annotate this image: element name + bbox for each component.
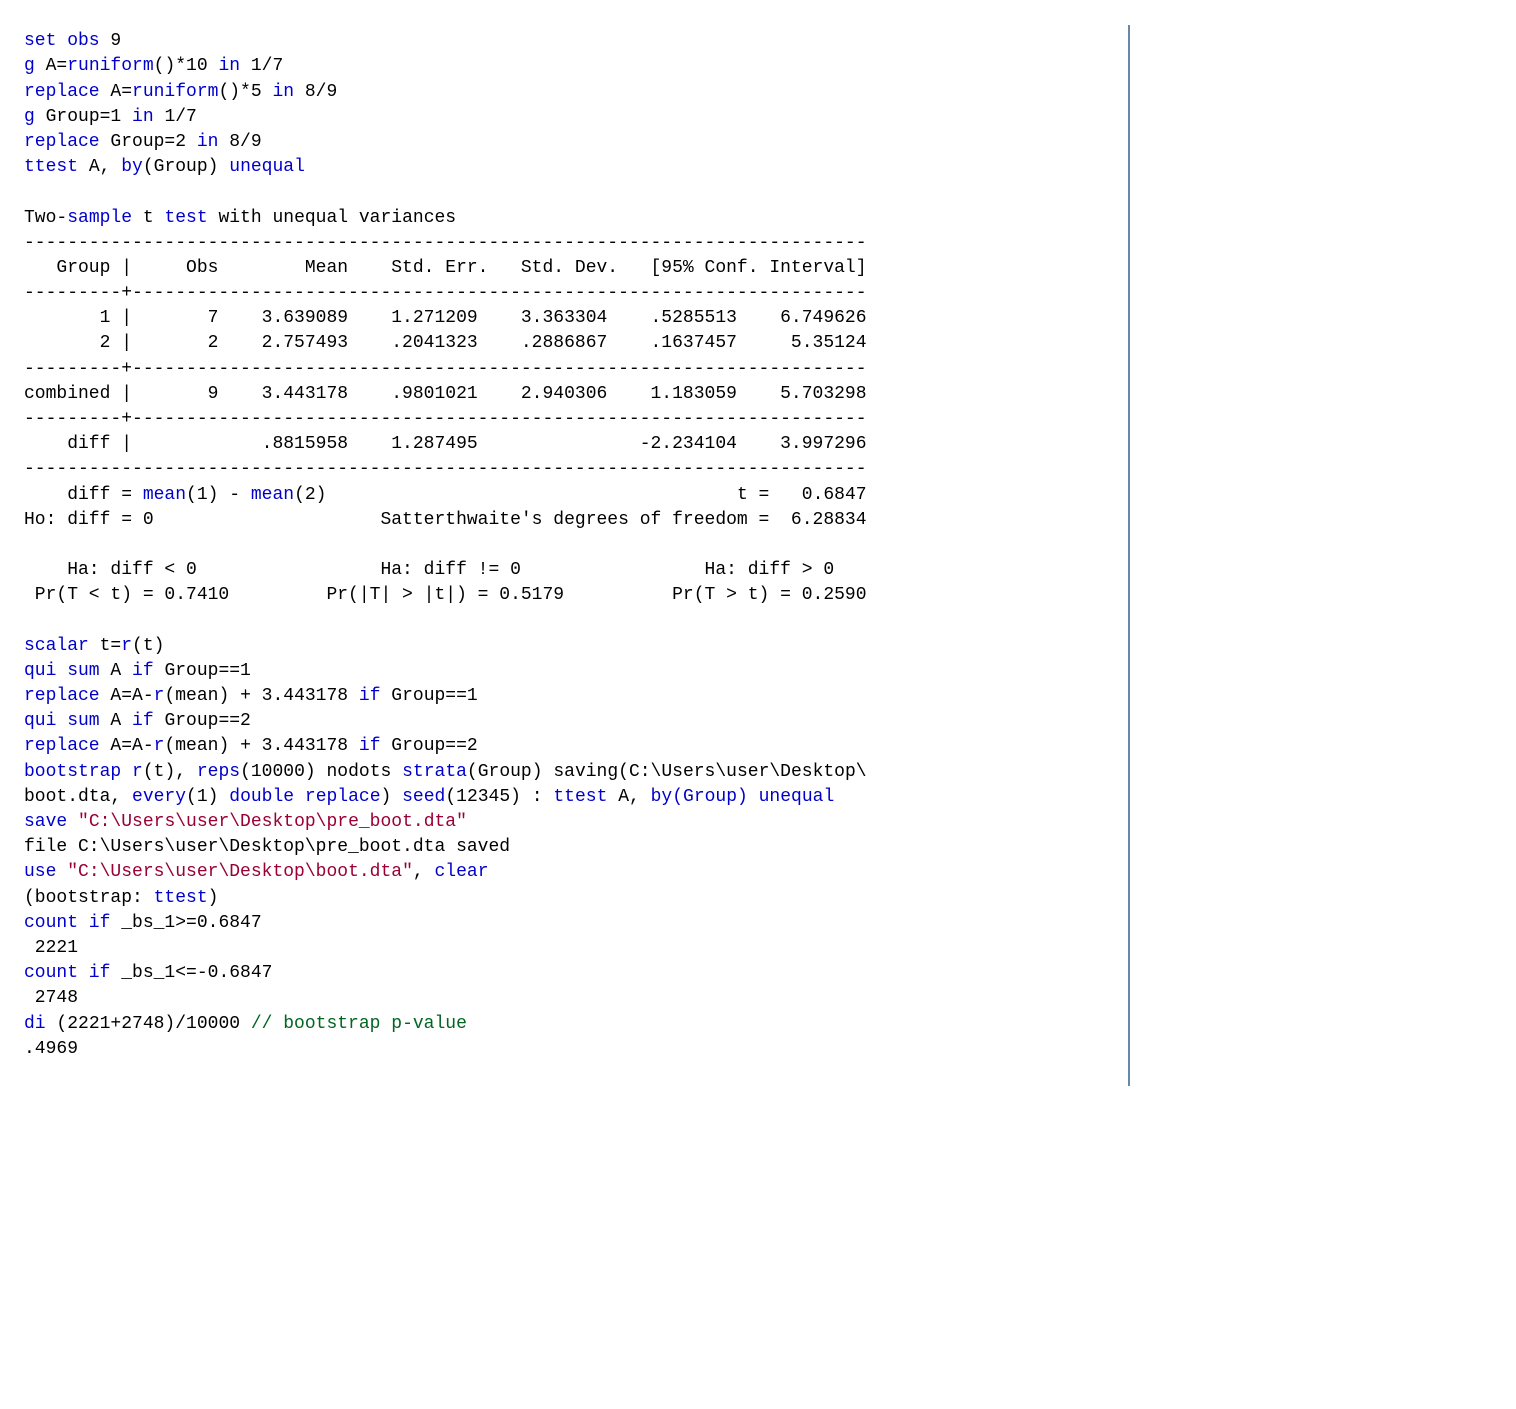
- line-3: replace A=runiform()*5 in 8/9: [24, 82, 337, 102]
- line-15: combined | 9 3.443178 .9801021 2.940306 …: [24, 384, 867, 404]
- line-2: g A=runiform()*10 in 1/7: [24, 56, 283, 76]
- line-34: use "C:\Users\user\Desktop\boot.dta", cl…: [24, 862, 489, 882]
- line-33: file C:\Users\user\Desktop\pre_boot.dta …: [24, 837, 510, 857]
- line-37: 2221: [24, 938, 78, 958]
- line-38: count if _bs_1<=-0.6847: [24, 963, 272, 983]
- stata-output: set obs 9 g A=runiform()*10 in 1/7 repla…: [0, 25, 1130, 1086]
- line-16: ---------+------------------------------…: [24, 409, 867, 429]
- line-28: qui sum A if Group==2: [24, 711, 251, 731]
- line-29: replace A=A-r(mean) + 3.443178 if Group=…: [24, 736, 478, 756]
- line-26: qui sum A if Group==1: [24, 661, 251, 681]
- line-4: g Group=1 in 1/7: [24, 107, 197, 127]
- line-23: Pr(T < t) = 0.7410 Pr(|T| > |t|) = 0.517…: [24, 585, 867, 605]
- line-40: di (2221+2748)/10000 // bootstrap p-valu…: [24, 1014, 467, 1034]
- line-5: replace Group=2 in 8/9: [24, 132, 262, 152]
- line-9: ----------------------------------------…: [24, 233, 867, 253]
- line-22: Ha: diff < 0 Ha: diff != 0 Ha: diff > 0: [24, 560, 834, 580]
- line-17: diff | .8815958 1.287495 -2.234104 3.997…: [24, 434, 867, 454]
- line-27: replace A=A-r(mean) + 3.443178 if Group=…: [24, 686, 478, 706]
- line-32: save "C:\Users\user\Desktop\pre_boot.dta…: [24, 812, 467, 832]
- line-19: diff = mean(1) - mean(2) t = 0.6847: [24, 485, 867, 505]
- line-6: ttest A, by(Group) unequal: [24, 157, 305, 177]
- line-11: ---------+------------------------------…: [24, 283, 867, 303]
- line-20: Ho: diff = 0 Satterthwaite's degrees of …: [24, 510, 867, 530]
- line-12: 1 | 7 3.639089 1.271209 3.363304 .528551…: [24, 308, 867, 328]
- line-25: scalar t=r(t): [24, 636, 164, 656]
- line-31: boot.dta, every(1) double replace) seed(…: [24, 787, 834, 807]
- line-1: set obs 9: [24, 31, 121, 51]
- line-13: 2 | 2 2.757493 .2041323 .2886867 .163745…: [24, 333, 867, 353]
- line-14: ---------+------------------------------…: [24, 359, 867, 379]
- line-10: Group | Obs Mean Std. Err. Std. Dev. [95…: [24, 258, 867, 278]
- line-36: count if _bs_1>=0.6847: [24, 913, 262, 933]
- line-39: 2748: [24, 988, 78, 1008]
- line-8: Two-sample t test with unequal variances: [24, 208, 456, 228]
- line-41: .4969: [24, 1039, 78, 1059]
- line-35: (bootstrap: ttest): [24, 888, 218, 908]
- line-18: ----------------------------------------…: [24, 459, 867, 479]
- line-30: bootstrap r(t), reps(10000) nodots strat…: [24, 762, 867, 782]
